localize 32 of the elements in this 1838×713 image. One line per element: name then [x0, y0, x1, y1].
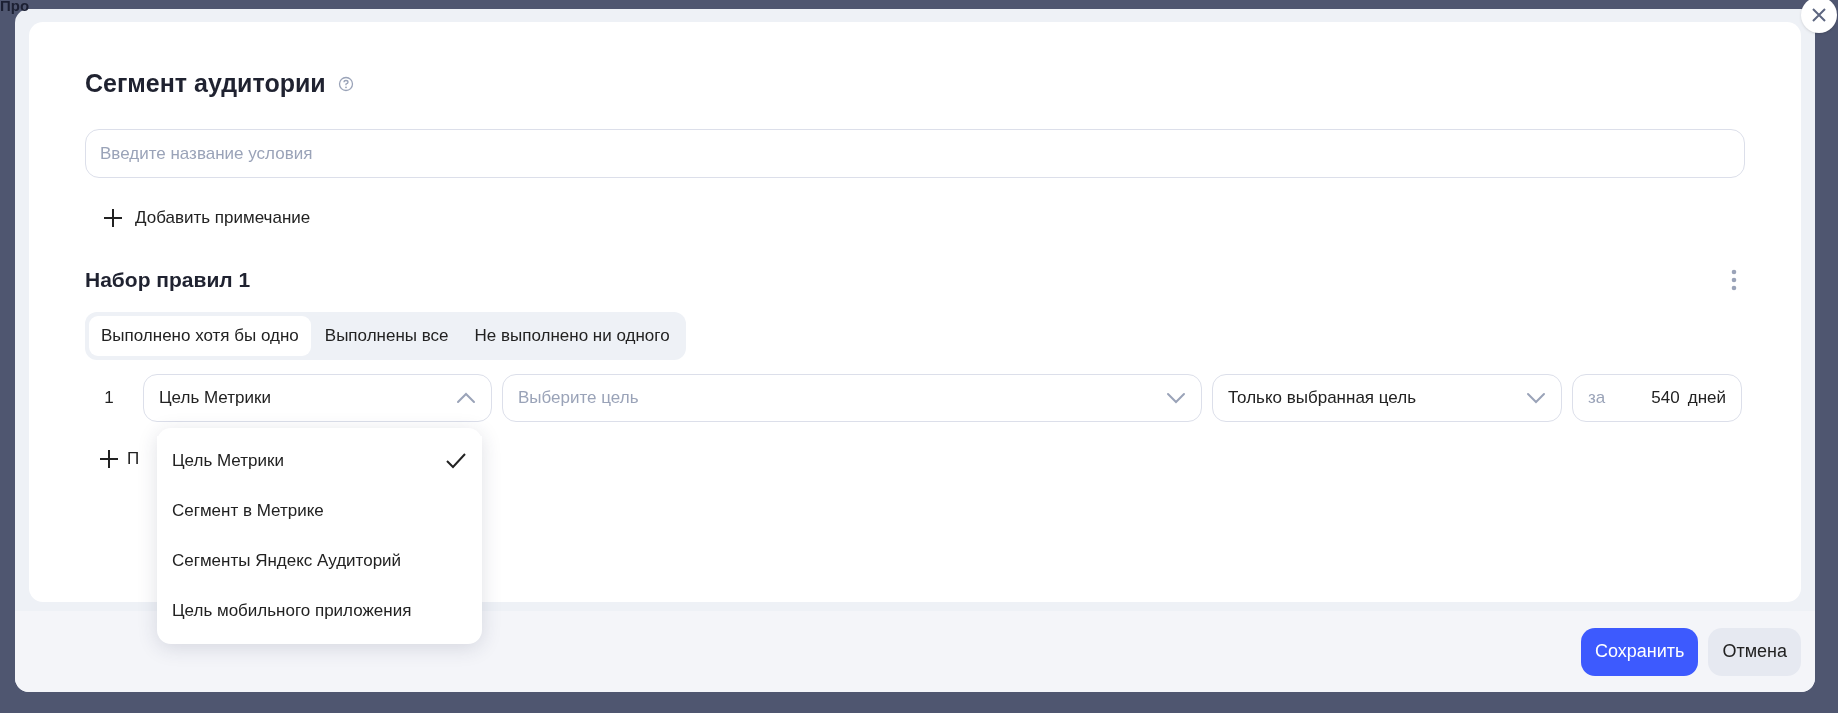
scope-select[interactable]: Только выбранная цель [1212, 373, 1562, 422]
mode-tab[interactable]: Выполнено хотя бы одно [89, 315, 311, 356]
more-icon[interactable] [1731, 268, 1737, 291]
help-icon[interactable] [337, 76, 354, 92]
mode-tab[interactable]: Не выполнено ни одного [462, 315, 682, 356]
background-text: Про [0, 0, 30, 15]
period-field[interactable]: за 540 дней [1572, 373, 1742, 422]
period-unit: дней [1687, 386, 1726, 409]
condition-type-select[interactable]: Цель Метрики [143, 373, 492, 422]
plus-icon [99, 448, 119, 469]
chevron-down-icon [1166, 391, 1186, 404]
rule-set-title: Набор правил 1 [85, 267, 251, 293]
dialog-title: Сегмент аудитории [85, 68, 326, 100]
chevron-down-icon [1526, 391, 1546, 404]
dropdown-option[interactable]: Цель Метрики [157, 435, 482, 486]
mode-tab[interactable]: Выполнены все [312, 315, 461, 356]
condition-number: 1 [103, 386, 115, 409]
dropdown-option[interactable]: Цель мобильного приложения [157, 585, 482, 636]
add-condition-button[interactable]: П [99, 436, 140, 481]
condition-name-field[interactable]: Введите название условия [85, 129, 1745, 178]
period-prefix: за [1588, 386, 1606, 409]
save-button[interactable]: Сохранить [1580, 627, 1699, 676]
dropdown-option[interactable]: Сегменты Яндекс Аудиторий [157, 535, 482, 586]
period-value: 540 [1651, 386, 1680, 409]
chevron-up-icon [456, 391, 476, 404]
add-note-button[interactable]: Добавить примечание [85, 196, 329, 240]
check-icon [445, 451, 467, 470]
dropdown-option[interactable]: Сегмент в Метрике [157, 485, 482, 536]
plus-icon [103, 208, 123, 228]
cancel-button[interactable]: Отмена [1708, 627, 1801, 676]
close-icon [1812, 8, 1826, 22]
close-button[interactable] [1801, 0, 1837, 33]
